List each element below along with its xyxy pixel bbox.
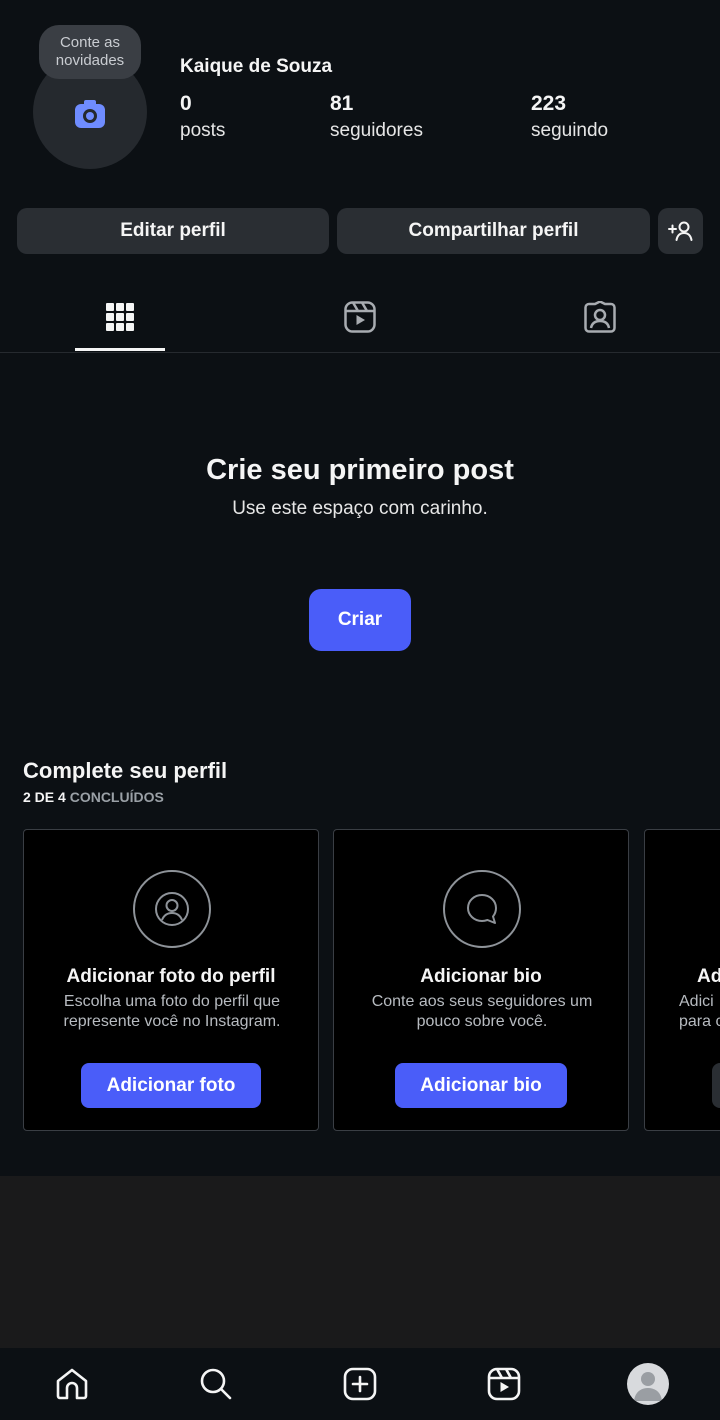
tab-tagged[interactable] [480,286,720,352]
stat-label: seguindo [531,120,609,141]
card-description-line: para c [679,1013,720,1030]
stat-value: 223 [531,92,567,115]
stat-value: 81 [330,92,354,115]
nav-reels[interactable] [432,1348,576,1420]
tab-reels[interactable] [240,286,480,352]
complete-profile-cards: Adicionar foto do perfil Escolha uma fot… [0,829,720,1131]
grid-icon [106,303,134,331]
card-description: Adici para c [679,992,720,1032]
stat-label: seguidores [330,120,423,141]
profile-header: Conte as novidades Kaique de Souza 0 pos… [0,0,720,190]
note-line-2: novidades [55,52,125,69]
card-description-line: represente você no Instagram. [63,1013,281,1030]
empty-state-title: Crie seu primeiro post [206,454,514,486]
profile-avatar [627,1363,669,1405]
content-spacer [0,1176,720,1348]
card-description-line: pouco sobre você. [416,1013,548,1030]
nav-create[interactable] [288,1348,432,1420]
add-person-button[interactable] [658,208,703,254]
card-description: Escolha uma foto do perfil que represent… [44,992,300,1032]
tagged-icon [584,301,616,333]
person-circle-icon [133,870,211,948]
share-profile-button[interactable]: Compartilhar perfil [337,208,650,254]
profile-tabs [0,286,720,353]
card-add-bio: Adicionar bio Conte aos seus seguidores … [333,829,629,1131]
search-icon [200,1368,232,1400]
bottom-navigation [0,1348,720,1420]
stat-following[interactable]: 223 seguindo [531,92,608,142]
nav-profile[interactable] [576,1348,720,1420]
add-bio-button[interactable]: Adicionar bio [395,1063,567,1108]
card-partial: Ad Adici para c [644,829,720,1131]
complete-profile-progress: 2 DE 4 CONCLUÍDOS [23,789,164,805]
empty-state: Crie seu primeiro post Use este espaço c… [0,440,720,520]
create-icon [343,1367,377,1401]
empty-state-subtitle: Use este espaço com carinho. [232,498,488,519]
card-title: Adicionar bio [420,966,542,987]
speech-bubble-icon [443,870,521,948]
card-add-photo: Adicionar foto do perfil Escolha uma fot… [23,829,319,1131]
tab-active-indicator [75,348,165,351]
complete-profile-title: Complete seu perfil [23,758,228,783]
add-photo-button[interactable]: Adicionar foto [81,1063,261,1108]
progress-done: 2 DE 4 [23,789,66,805]
stat-followers[interactable]: 81 seguidores [330,92,423,142]
card-description: Conte aos seus seguidores um pouco sobre… [354,992,610,1032]
card-title: Ad [697,966,720,987]
stat-label: posts [180,120,226,141]
nav-search[interactable] [144,1348,288,1420]
add-person-icon [667,221,692,241]
edit-profile-button[interactable]: Editar perfil [17,208,329,254]
tab-grid[interactable] [0,286,240,352]
reels-icon [344,301,376,333]
note-bubble[interactable]: Conte as novidades [39,25,141,79]
camera-icon [75,100,105,128]
card-description-line: Escolha uma foto do perfil que [63,993,281,1010]
create-post-button[interactable]: Criar [309,589,411,651]
card-title: Adicionar foto do perfil [66,966,276,987]
nav-home[interactable] [0,1348,144,1420]
card-description-line: Conte aos seus seguidores um [371,993,593,1010]
progress-rest: CONCLUÍDOS [69,789,164,805]
reels-icon [487,1367,521,1401]
card-partial-button[interactable] [712,1063,720,1108]
profile-name: Kaique de Souza [180,56,333,77]
note-line-1: Conte as [59,34,121,51]
profile-actions: Editar perfil Compartilhar perfil [0,208,720,254]
card-description-line: Adici [679,993,714,1010]
stat-value: 0 [180,92,192,115]
home-icon [56,1368,88,1400]
stat-posts[interactable]: 0 posts [180,92,225,142]
